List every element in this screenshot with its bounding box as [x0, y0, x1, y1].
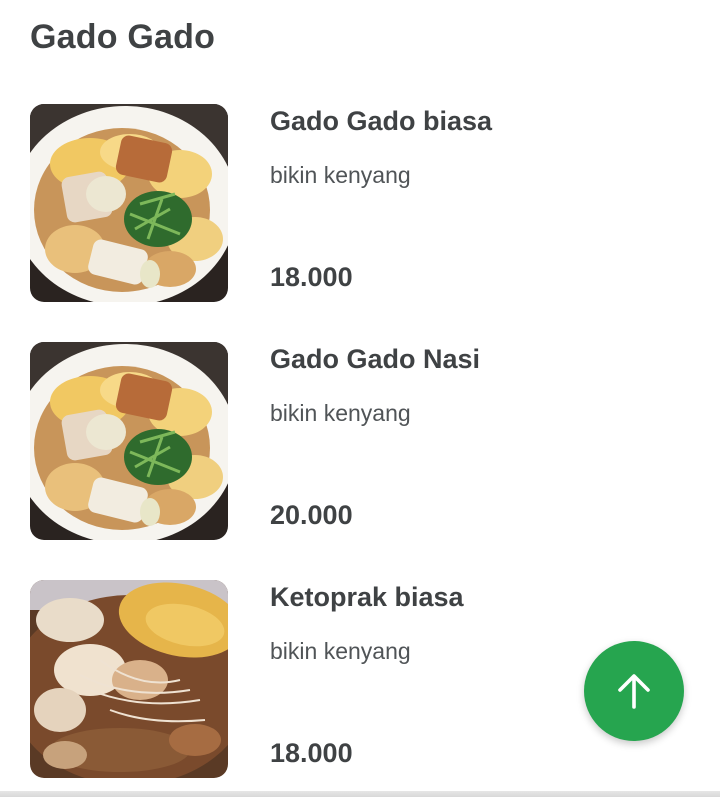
menu-item-gado-gado-nasi[interactable]: Gado Gado Nasi bikin kenyang 20.000 [30, 342, 690, 542]
gado-gado-photo-icon [30, 342, 228, 540]
item-price: 18.000 [270, 262, 353, 292]
food-image-gado-gado[interactable] [30, 104, 228, 302]
menu-page: Gado Gado Gado Gado biasa bikin kenyang … [0, 0, 720, 797]
item-description: bikin kenyang [270, 400, 411, 426]
food-image-ketoprak[interactable] [30, 580, 228, 778]
item-name: Gado Gado biasa [270, 106, 493, 136]
item-description: bikin kenyang [270, 162, 411, 188]
food-image-gado-gado[interactable] [30, 342, 228, 540]
scroll-to-top-button[interactable] [584, 641, 684, 741]
menu-item-gado-gado-biasa[interactable]: Gado Gado biasa bikin kenyang 18.000 [30, 104, 690, 304]
item-price: 20.000 [270, 500, 353, 530]
ketoprak-photo-icon [30, 580, 228, 778]
item-description: bikin kenyang [270, 638, 411, 664]
bottom-divider [0, 791, 720, 797]
gado-gado-photo-icon [30, 104, 228, 302]
item-price: 18.000 [270, 738, 353, 768]
item-name: Ketoprak biasa [270, 582, 464, 612]
item-name: Gado Gado Nasi [270, 344, 481, 374]
arrow-up-icon [618, 674, 650, 709]
